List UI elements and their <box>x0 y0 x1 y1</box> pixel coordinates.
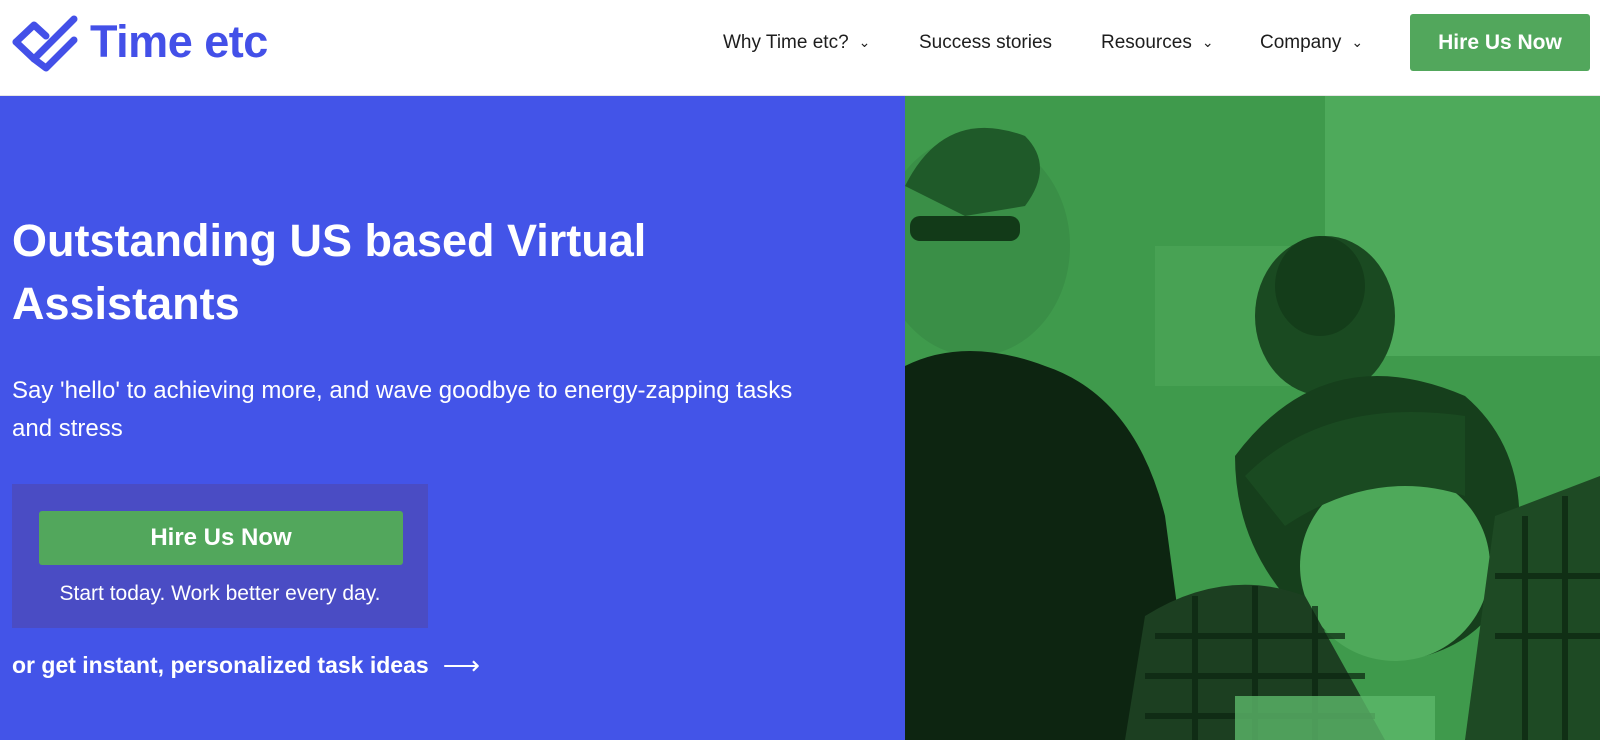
hero-headline: Outstanding US based Virtual Assistants <box>12 215 647 329</box>
chevron-down-icon: ⌄ <box>1201 33 1214 50</box>
hero-photo <box>905 96 1600 740</box>
brand-name: Time etc <box>90 16 268 67</box>
hero-cta-panel: Hire Us Now Start today. Work better eve… <box>12 484 428 628</box>
nav-item-label: Company <box>1260 32 1342 53</box>
top-navigation-bar: Time etc Why Time etc? ⌄ Success stories… <box>0 0 1600 96</box>
hero-hire-us-now-button[interactable]: Hire Us Now <box>39 511 403 565</box>
chevron-down-icon: ⌄ <box>1351 33 1364 50</box>
chevron-down-icon: ⌄ <box>858 33 871 50</box>
people-working-photo-illustration <box>905 96 1600 740</box>
nav-item-resources[interactable]: Resources ⌄ <box>1101 22 1214 64</box>
nav-item-label: Why Time etc? <box>723 32 849 53</box>
hero-subheadline: Say 'hello' to achieving more, and wave … <box>12 377 793 442</box>
header-hire-us-now-button[interactable]: Hire Us Now <box>1410 14 1590 71</box>
nav-item-success-stories[interactable]: Success stories <box>919 22 1052 64</box>
hero-cta-caption: Start today. Work better every day. <box>59 582 381 605</box>
brand-logo[interactable]: Time etc <box>10 12 268 72</box>
nav-item-label: Resources <box>1101 32 1192 53</box>
nav-item-company[interactable]: Company ⌄ <box>1260 22 1363 64</box>
nav-item-why-time-etc[interactable]: Why Time etc? ⌄ <box>723 22 870 64</box>
checkmark-logo-icon <box>12 15 78 72</box>
nav-item-label: Success stories <box>919 32 1053 53</box>
task-ideas-link[interactable]: or get instant, personalized task ideas … <box>12 650 480 681</box>
arrow-right-icon: ⟶ <box>442 650 480 680</box>
hero-section: Outstanding US based Virtual Assistants … <box>0 96 905 740</box>
task-ideas-link-label: or get instant, personalized task ideas <box>12 652 429 678</box>
